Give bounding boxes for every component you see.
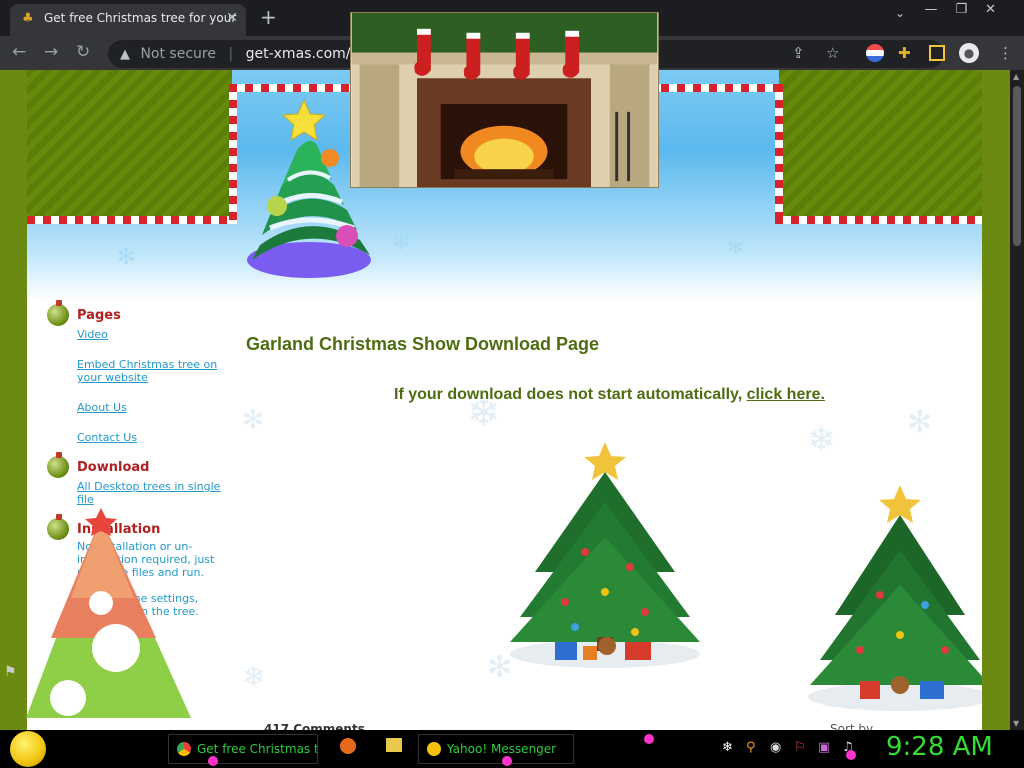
snowflake-tray-icon[interactable]: ❄ [722,740,733,756]
header-green-band-right [779,70,982,220]
yahoo-messenger-icon [427,742,441,756]
chrome-icon [177,742,191,756]
tab-search-chevron-icon[interactable]: ⌄ [895,6,905,20]
candy-cane-border [27,216,237,224]
window-controls[interactable]: —❐✕ [924,2,1014,17]
sidebar-link-contact[interactable]: Contact Us [77,431,227,444]
search-tray-icon[interactable]: ⚲ [746,740,756,756]
download-notice: If your download does not start automati… [394,386,825,404]
taskbar-clock[interactable]: 9:28 AM [886,732,993,762]
snowflake-icon: ❄ [242,660,266,693]
ornament-bullet-icon [47,452,69,478]
sidebar-link-video[interactable]: Video [77,328,227,341]
candy-cane-border [775,84,783,224]
ornament-bullet-icon [47,300,69,326]
sidebar-link-about[interactable]: About Us [77,401,227,414]
status-tray-icon[interactable]: ◉ [770,740,781,756]
download-notice-text: If your download does not start automati… [394,386,743,403]
snowflake-icon: ✻ [392,230,411,255]
click-here-link[interactable]: click here. [747,386,825,403]
screen: ♣ Get free Christmas tree for your ✕ + ⌄… [0,0,1024,768]
candy-cane-border [775,216,982,224]
desktop-gadget-tree[interactable] [16,508,196,730]
sidebar-link-embed[interactable]: Embed Christmas tree on your website [77,358,227,384]
profile-avatar-icon[interactable]: ● [959,43,979,63]
snowflake-icon: ❄ [807,420,836,460]
browser-tab[interactable]: ♣ Get free Christmas tree for your ✕ [10,4,246,36]
sort-by-label[interactable]: Sort by [830,722,873,730]
scroll-up-arrow-icon[interactable]: ▲ [1013,72,1019,81]
start-smiley-icon[interactable] [10,731,46,767]
taskbar: Get free Christmas t... Yahoo! Messenger… [0,730,1024,768]
gadget-pin-icon[interactable]: ⚑ [4,664,17,680]
warning-triangle-icon: ▲ [120,47,130,62]
sidebar-heading-pages: Pages [47,300,227,326]
forward-arrow-icon[interactable]: → [44,42,58,62]
snowflake-icon: ✻ [727,235,744,259]
sidebar-heading-download: Download [47,452,227,478]
network-tray-icon[interactable]: ▣ [818,740,830,756]
comments-count: 417 Comments [264,722,365,730]
side-panel-icon[interactable] [929,45,945,61]
sparkle-decoration [208,756,218,766]
christmas-tree-favicon-icon: ♣ [22,11,34,26]
sparkle-decoration [644,734,654,744]
new-tab-button[interactable]: + [260,4,277,30]
sidebar-link-all-trees[interactable]: All Desktop trees in single file [77,480,227,506]
christmas-tree-image[interactable] [505,442,705,674]
address-separator: | [228,46,234,62]
sparkle-decoration [846,750,856,760]
tab-title: Get free Christmas tree for your [44,11,237,25]
folder-icon[interactable] [386,738,402,752]
sparkle-decoration [502,756,512,766]
extension-flag-icon[interactable] [866,44,884,62]
page-scrollbar[interactable]: ▲ ▼ [1010,70,1024,730]
extensions-puzzle-icon[interactable]: ✚ [898,44,911,62]
browser-menu-icon[interactable]: ⋮ [998,44,1013,62]
fireplace-popup-window[interactable] [350,12,659,188]
scrollbar-thumb[interactable] [1013,86,1021,246]
taskbar-browser-button[interactable]: Get free Christmas t... [168,734,318,764]
christmas-tree-image[interactable] [805,485,982,717]
taskbar-yahoo-button[interactable]: Yahoo! Messenger [418,734,574,764]
bookmark-star-icon[interactable]: ☆ [826,44,839,62]
back-arrow-icon[interactable]: ← [12,42,26,62]
snowflake-icon: ✻ [242,405,264,435]
snowflake-icon: ✻ [907,405,933,440]
header-green-band-left [27,70,232,220]
candy-cane-border [229,84,237,224]
reload-icon[interactable]: ↻ [76,42,90,62]
firefox-icon[interactable] [340,738,356,754]
page-title: Garland Christmas Show Download Page [246,334,600,354]
scroll-down-arrow-icon[interactable]: ▼ [1013,719,1019,728]
close-tab-icon[interactable]: ✕ [226,4,238,32]
not-secure-label: Not secure [140,46,216,62]
share-icon[interactable]: ⇪ [792,44,805,62]
snowflake-icon: ✻ [117,245,136,270]
flag-tray-icon[interactable]: ⚐ [794,740,806,756]
